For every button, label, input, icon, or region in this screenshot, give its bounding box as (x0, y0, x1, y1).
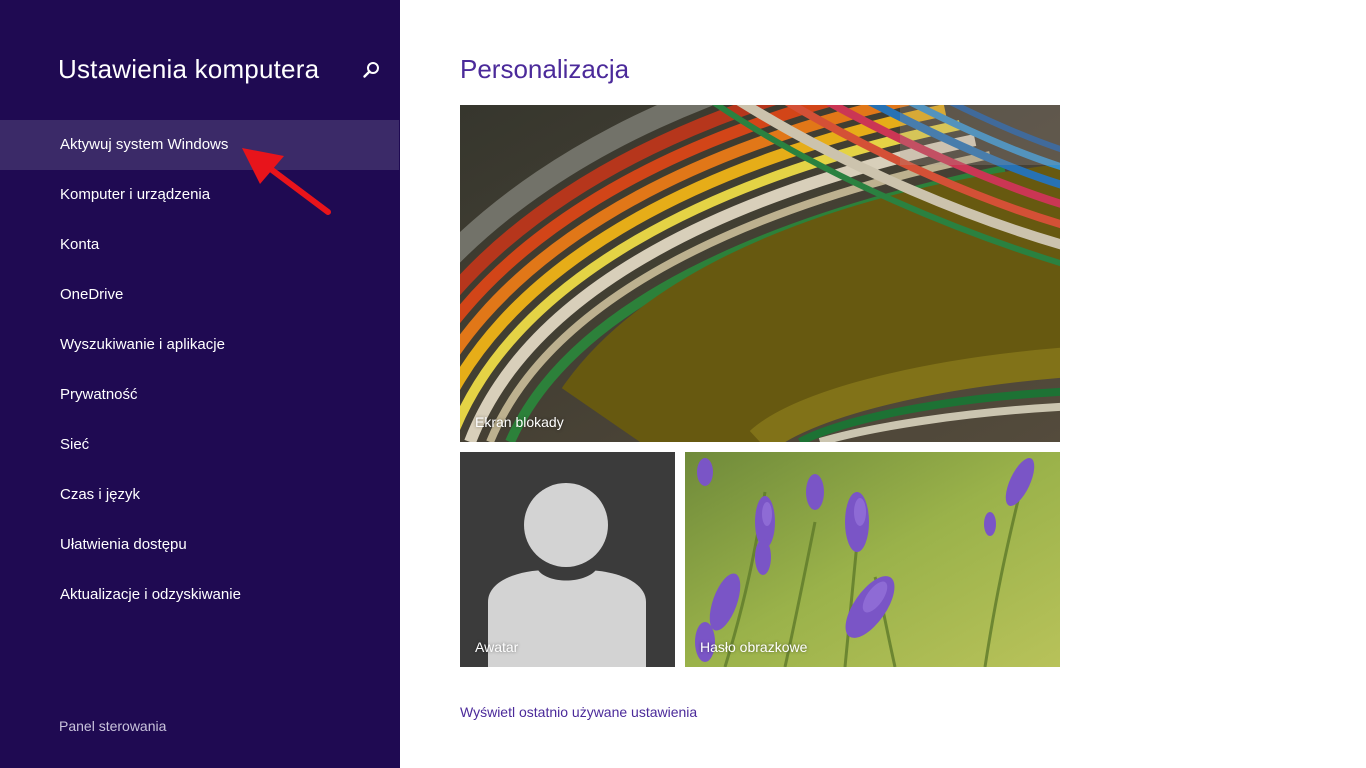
sidebar-item-network[interactable]: Sieć (0, 420, 399, 470)
sidebar-item-update-and-recovery[interactable]: Aktualizacje i odzyskiwanie (0, 570, 399, 620)
picture-password-image (685, 452, 1060, 667)
avatar-label: Awatar (475, 639, 519, 655)
sidebar-item-onedrive[interactable]: OneDrive (0, 270, 399, 320)
app-title: Ustawienia komputera (58, 54, 320, 84)
recent-settings-link[interactable]: Wyświetl ostatnio używane ustawienia (460, 704, 697, 720)
sidebar-item-time-and-language[interactable]: Czas i język (0, 470, 399, 520)
user-avatar-icon (460, 452, 675, 667)
sidebar-item-activate-windows[interactable]: Aktywuj system Windows (0, 120, 399, 170)
pc-settings-window: Ustawienia komputera Aktywuj system Wind… (0, 0, 1366, 768)
lock-screen-label: Ekran blokady (475, 414, 564, 430)
sidebar-nav: Aktywuj system Windows Komputer i urządz… (0, 120, 400, 620)
page-title: Personalizacja (460, 54, 630, 84)
sidebar-item-ease-of-access[interactable]: Ułatwienia dostępu (0, 520, 399, 570)
sidebar-item-accounts[interactable]: Konta (0, 220, 399, 270)
picture-password-tile[interactable]: Hasło obrazkowe (685, 452, 1060, 667)
search-icon (363, 62, 379, 78)
search-button[interactable] (358, 58, 384, 84)
sidebar-item-pc-and-devices[interactable]: Komputer i urządzenia (0, 170, 399, 220)
control-panel-link[interactable]: Panel sterowania (59, 718, 166, 734)
lock-screen-image (460, 105, 1060, 442)
picture-password-label: Hasło obrazkowe (700, 639, 808, 655)
avatar-tile[interactable]: Awatar (460, 452, 675, 667)
sidebar-item-search-and-apps[interactable]: Wyszukiwanie i aplikacje (0, 320, 399, 370)
sidebar: Ustawienia komputera Aktywuj system Wind… (0, 0, 400, 768)
lock-screen-tile[interactable]: Ekran blokady (460, 105, 1060, 442)
sidebar-item-privacy[interactable]: Prywatność (0, 370, 399, 420)
